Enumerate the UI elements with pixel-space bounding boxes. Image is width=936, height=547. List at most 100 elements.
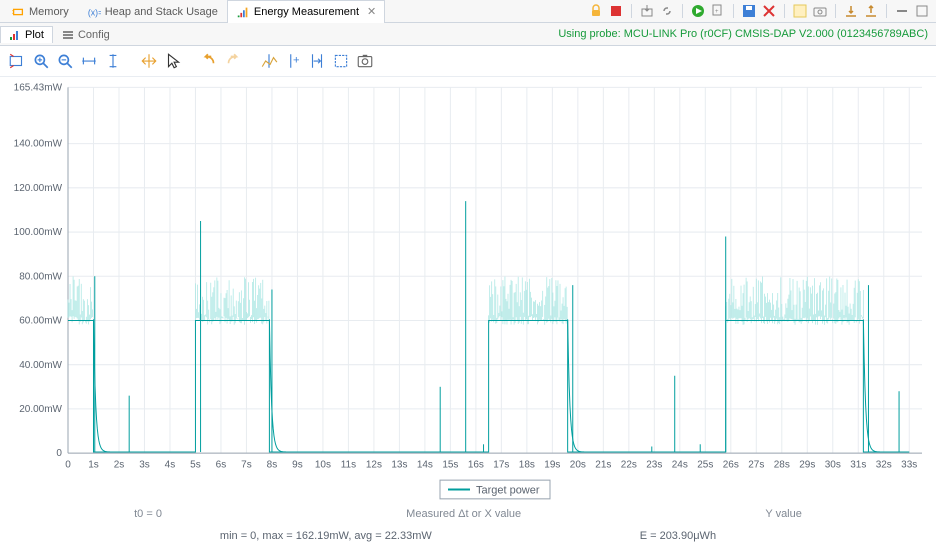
- zoom-x-icon[interactable]: [80, 52, 98, 70]
- svg-text:13s: 13s: [391, 460, 407, 471]
- memory-icon: [11, 5, 25, 19]
- svg-text:26s: 26s: [723, 460, 739, 471]
- svg-text:40.00mW: 40.00mW: [19, 360, 62, 371]
- svg-text:24s: 24s: [672, 460, 688, 471]
- marker-add-icon[interactable]: +: [284, 52, 302, 70]
- close-icon[interactable]: ✕: [363, 5, 376, 18]
- svg-text:6s: 6s: [216, 460, 227, 471]
- stat-range: min = 0, max = 162.19mW, avg = 22.33mW: [220, 530, 432, 542]
- stat-measured: Measured Δt or X value: [406, 508, 521, 520]
- svg-text:18s: 18s: [519, 460, 535, 471]
- snapshot-icon[interactable]: [356, 52, 374, 70]
- chart-toolbar: +: [0, 46, 936, 77]
- marker-fit-icon[interactable]: [308, 52, 326, 70]
- energy-icon: [236, 5, 250, 19]
- svg-text:17s: 17s: [493, 460, 509, 471]
- stop-icon[interactable]: [608, 3, 624, 19]
- highlight-icon[interactable]: [792, 3, 808, 19]
- plot-area[interactable]: 020.00mW40.00mW60.00mW80.00mW100.00mW120…: [0, 77, 936, 503]
- svg-text:165.43mW: 165.43mW: [14, 82, 63, 93]
- pane-tab-bar: Plot Config Using probe: MCU-LINK Pro (r…: [0, 23, 936, 46]
- svg-text:1s: 1s: [88, 460, 99, 471]
- link-icon[interactable]: [659, 3, 675, 19]
- reset-zoom-icon[interactable]: [8, 52, 26, 70]
- svg-text:23s: 23s: [646, 460, 662, 471]
- svg-text:4s: 4s: [165, 460, 176, 471]
- power-chart: 020.00mW40.00mW60.00mW80.00mW100.00mW120…: [0, 77, 936, 503]
- svg-text:25s: 25s: [697, 460, 713, 471]
- fit-all-icon[interactable]: [332, 52, 350, 70]
- svg-text:5s: 5s: [190, 460, 201, 471]
- export-icon[interactable]: [639, 3, 655, 19]
- cursor-v-icon[interactable]: [260, 52, 278, 70]
- svg-text:20s: 20s: [570, 460, 586, 471]
- zoom-out-icon[interactable]: [56, 52, 74, 70]
- export2-icon[interactable]: [863, 3, 879, 19]
- svg-text:0: 0: [65, 460, 71, 471]
- svg-text:28s: 28s: [774, 460, 790, 471]
- redo-icon[interactable]: [224, 52, 242, 70]
- svg-text:2s: 2s: [114, 460, 125, 471]
- zoom-y-icon[interactable]: [104, 52, 122, 70]
- minimize-icon[interactable]: [894, 3, 910, 19]
- stat-yvalue: Y value: [765, 508, 802, 520]
- svg-text:11s: 11s: [341, 460, 356, 471]
- stat-energy: E = 203.90μWh: [640, 530, 716, 542]
- run-icon[interactable]: [690, 3, 706, 19]
- undo-icon[interactable]: [200, 52, 218, 70]
- tab-heap-label: Heap and Stack Usage: [105, 6, 218, 18]
- tab-config[interactable]: Config: [53, 26, 119, 43]
- probe-status: Using probe: MCU-LINK Pro (r0CF) CMSIS-D…: [558, 28, 936, 40]
- svg-text:+: +: [715, 9, 719, 15]
- tab-energy[interactable]: Energy Measurement ✕: [227, 0, 385, 23]
- camera-icon[interactable]: [812, 3, 828, 19]
- tab-heap[interactable]: (x)= Heap and Stack Usage: [78, 0, 227, 23]
- svg-text:Target power: Target power: [476, 484, 540, 496]
- tab-memory[interactable]: Memory: [2, 0, 78, 23]
- svg-text:3s: 3s: [139, 460, 150, 471]
- svg-text:29s: 29s: [799, 460, 815, 471]
- stats-row-2: min = 0, max = 162.19mW, avg = 22.33mW E…: [0, 525, 936, 547]
- config-icon: [62, 29, 74, 41]
- svg-text:33s: 33s: [901, 460, 917, 471]
- plot-icon: [9, 29, 21, 41]
- svg-text:30s: 30s: [825, 460, 841, 471]
- editor-tab-bar: Memory (x)= Heap and Stack Usage Energy …: [0, 0, 936, 23]
- lock-icon[interactable]: [588, 3, 604, 19]
- svg-text:27s: 27s: [748, 460, 764, 471]
- tab-plot[interactable]: Plot: [0, 26, 53, 43]
- svg-text:12s: 12s: [366, 460, 382, 471]
- maximize-icon[interactable]: [914, 3, 930, 19]
- save-icon[interactable]: [741, 3, 757, 19]
- svg-text:9s: 9s: [292, 460, 303, 471]
- delete-icon[interactable]: [761, 3, 777, 19]
- svg-text:20.00mW: 20.00mW: [19, 404, 62, 415]
- svg-text:14s: 14s: [417, 460, 433, 471]
- svg-text:100.00mW: 100.00mW: [14, 227, 63, 238]
- svg-text:60.00mW: 60.00mW: [19, 315, 62, 326]
- tab-plot-label: Plot: [25, 29, 44, 41]
- svg-text:8s: 8s: [267, 460, 278, 471]
- stats-row-1: t0 = 0 Measured Δt or X value Y value: [0, 503, 936, 525]
- svg-text:22s: 22s: [621, 460, 637, 471]
- zoom-in-icon[interactable]: [32, 52, 50, 70]
- svg-text:120.00mW: 120.00mW: [14, 183, 63, 194]
- svg-text:21s: 21s: [595, 460, 611, 471]
- new-file-icon[interactable]: +: [710, 3, 726, 19]
- import-icon[interactable]: [843, 3, 859, 19]
- svg-text:32s: 32s: [876, 460, 892, 471]
- tab-config-label: Config: [78, 29, 110, 41]
- svg-text:31s: 31s: [850, 460, 866, 471]
- pan-icon[interactable]: [140, 52, 158, 70]
- stat-t0: t0 = 0: [134, 508, 162, 520]
- svg-text:16s: 16s: [468, 460, 484, 471]
- svg-text:+: +: [293, 54, 300, 66]
- view-toolbar: +: [588, 3, 936, 19]
- tab-memory-label: Memory: [29, 6, 69, 18]
- svg-text:7s: 7s: [241, 460, 252, 471]
- svg-text:15s: 15s: [442, 460, 458, 471]
- heap-icon: (x)=: [87, 5, 101, 19]
- pointer-icon[interactable]: [164, 52, 182, 70]
- svg-text:140.00mW: 140.00mW: [14, 139, 63, 150]
- svg-text:19s: 19s: [544, 460, 560, 471]
